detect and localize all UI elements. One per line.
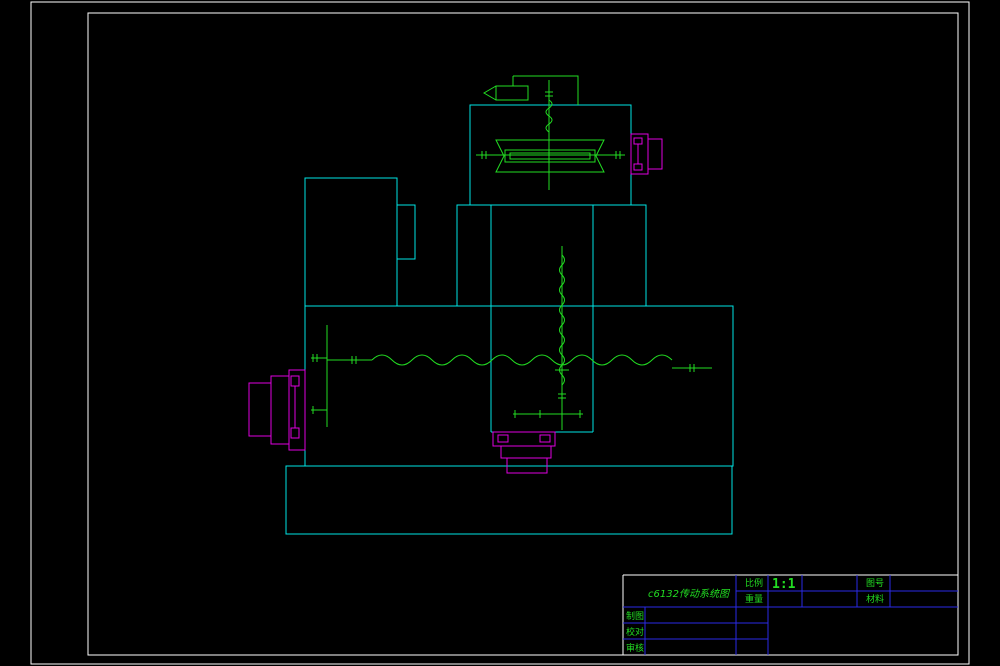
sheet-outer-border bbox=[30, 1, 970, 665]
scale-value: 1:1 bbox=[772, 577, 796, 592]
drawing-number-label: 图号 bbox=[866, 578, 884, 589]
left-motor bbox=[248, 369, 306, 451]
transmission-drawing: c6132传动系统图 比例 1:1 重量 图号 材料 制图 校对 审核 bbox=[30, 1, 970, 665]
left-column-box bbox=[304, 177, 398, 307]
title-block: c6132传动系统图 比例 1:1 重量 图号 材料 制图 校对 审核 bbox=[622, 574, 958, 655]
checker-label: 校对 bbox=[626, 626, 644, 638]
central-column bbox=[456, 204, 647, 307]
horizontal-worm bbox=[371, 354, 673, 366]
roller bbox=[504, 149, 596, 163]
lower-gearbox bbox=[304, 305, 734, 467]
approver-label: 审核 bbox=[626, 642, 644, 654]
left-side-handle bbox=[396, 204, 416, 260]
head-mechanism bbox=[476, 75, 625, 190]
head-motor bbox=[630, 133, 663, 175]
material-label: 材料 bbox=[866, 593, 884, 605]
scale-label: 比例 bbox=[745, 577, 763, 589]
weight-label: 重量 bbox=[745, 593, 763, 605]
machine-body bbox=[285, 104, 734, 535]
tool-cylinder bbox=[495, 85, 529, 101]
sheet-inner-border bbox=[87, 12, 959, 656]
drawing-title: c6132传动系统图 bbox=[648, 588, 731, 600]
bottom-motor bbox=[492, 431, 556, 474]
designer-label: 制图 bbox=[626, 610, 644, 622]
machine-base bbox=[285, 465, 733, 535]
lower-mechanism bbox=[311, 246, 712, 430]
